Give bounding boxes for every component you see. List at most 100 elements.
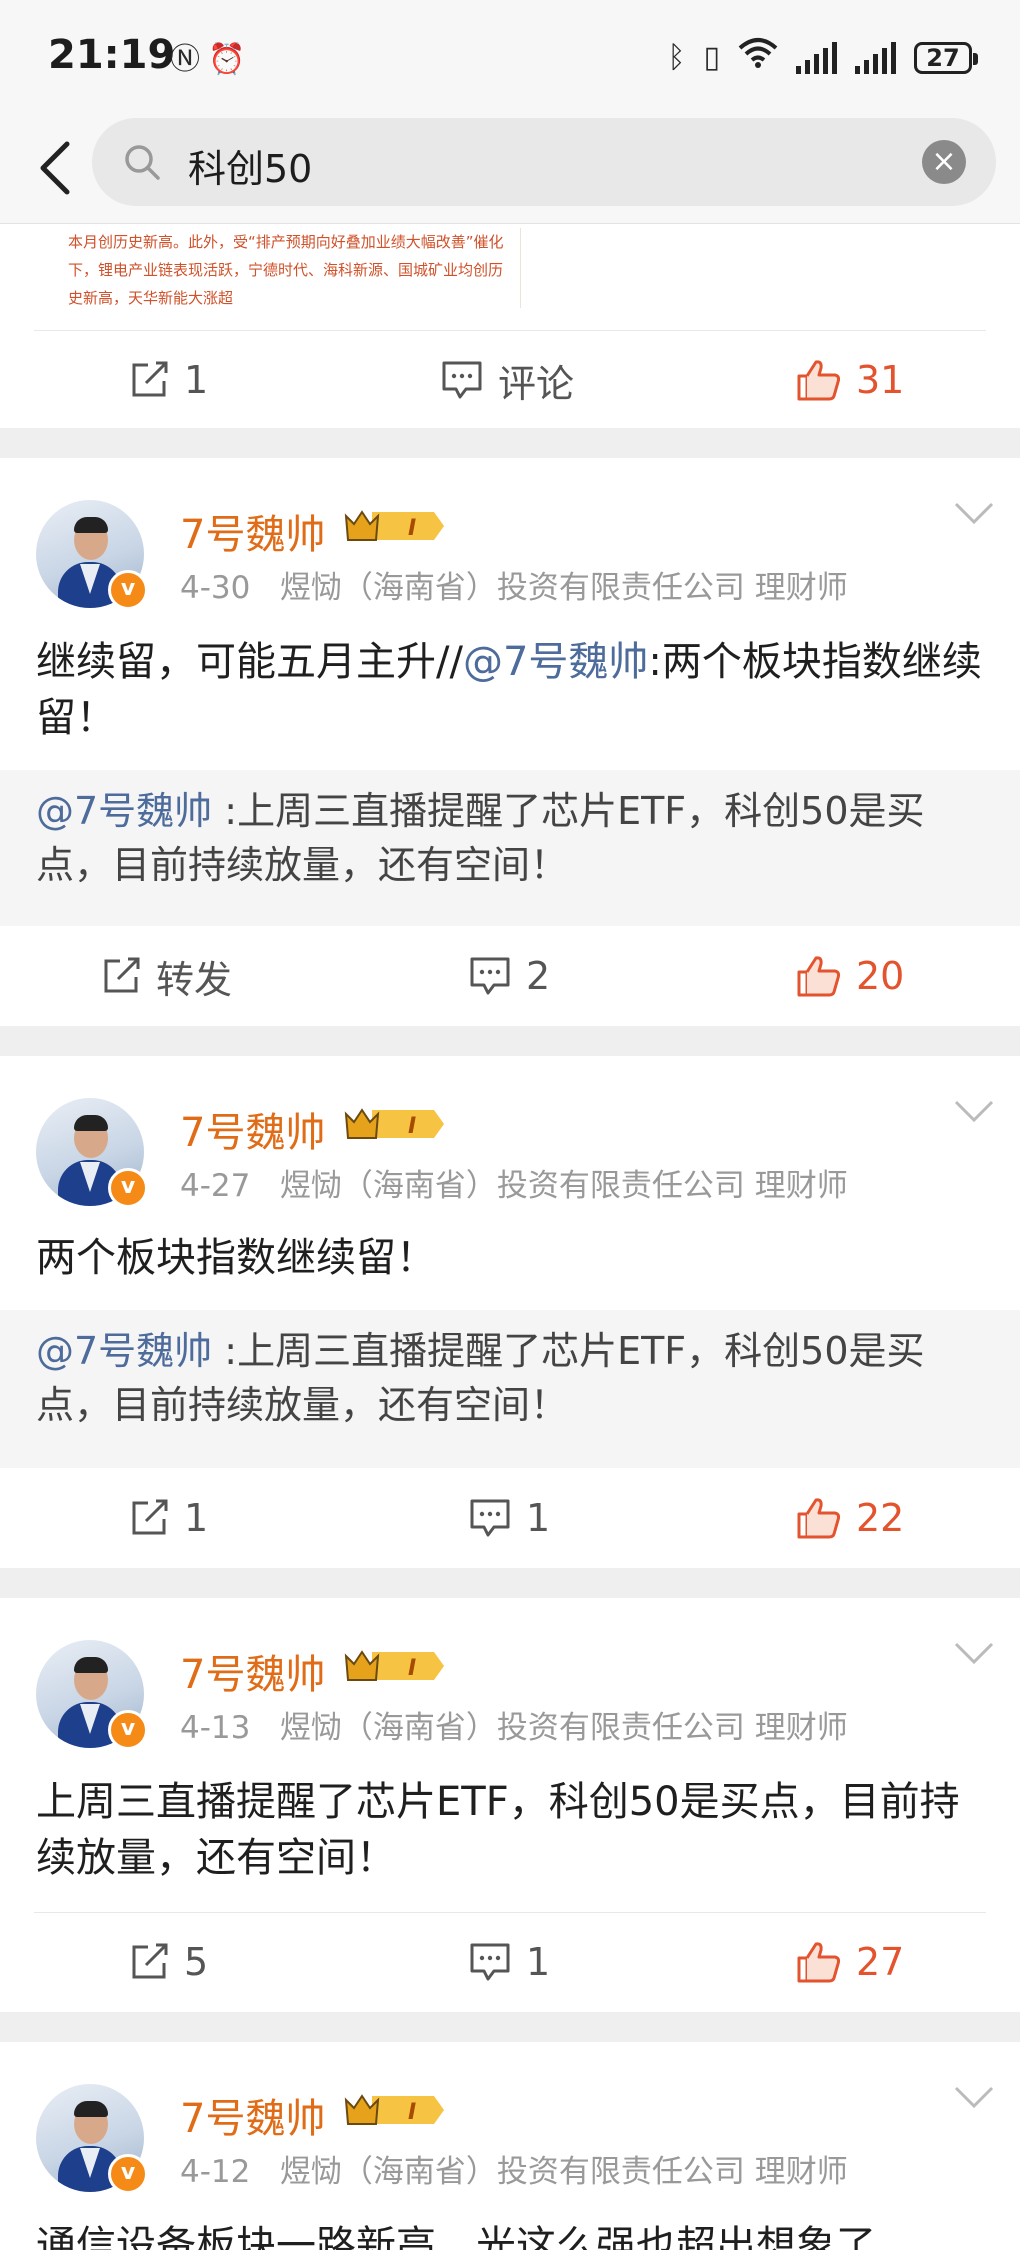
mention-link[interactable]: @7号魏帅 [463,639,648,685]
comment-count: 1 [526,1940,551,1984]
like-count: 27 [856,1940,905,1984]
comment-label: 评论 [498,361,575,406]
retweet-text: @7号魏帅 :上周三直播提醒了芯片ETF，科创50是买点，目前持续放量，还有空间… [36,789,925,887]
post-source: 煜恸（海南省）投资有限责任公司 理财师 [279,1710,848,1746]
back-button[interactable] [24,136,84,200]
like-count: 22 [856,1496,905,1540]
svg-text:I: I [408,1114,416,1139]
post-card-partial: 本月创历史新高。此外，受“排产预期向好叠加业绩大幅改善”催化下，锂电产业链表现活… [0,224,1020,428]
search-input[interactable]: 科创50 × [92,118,996,206]
status-bar: 21:19 Ⓝ ⏰ ᛒ ▯ 27 [0,0,1020,118]
chevron-down-icon[interactable] [952,1638,996,1668]
chevron-left-icon [40,141,70,195]
comment-icon [470,957,510,995]
post-image-snippet: 本月创历史新高。此外，受“排产预期向好叠加业绩大幅改善”催化下，锂电产业链表现活… [68,228,521,308]
search-icon [125,145,160,180]
post-text: 两个板块指数继续留！ [36,1235,436,1281]
retweet-block[interactable]: @7号魏帅 :上周三直播提醒了芯片ETF，科创50是买点，目前持续放量，还有空间… [0,770,1020,926]
username[interactable]: 7号魏帅 [180,2086,325,2144]
post-card: v 7号魏帅 I 4-12 煜恸（海南省）投资有限责任公司 理财师 通信设备板块… [0,2042,1020,2250]
wifi-icon [738,36,778,79]
signal-2-icon [855,41,896,74]
post-card: v 7号魏帅 I 4-13 煜恸（海南省）投资有限责任公司 理财师 上周三直播提… [0,1598,1020,2012]
mention-link[interactable]: @7号魏帅 [36,789,212,833]
comment-button[interactable]: 2 [468,926,550,1026]
post-meta: 4-12 煜恸（海南省）投资有限责任公司 理财师 [180,2146,848,2191]
like-count: 20 [856,954,905,998]
like-button[interactable]: 20 [796,926,904,1026]
post-card: v 7号魏帅 I 4-27 煜恸（海南省）投资有限责任公司 理财师 两个板块指数… [0,1056,1020,1568]
repost-button[interactable]: 1 [128,330,208,430]
like-button[interactable]: 22 [796,1468,904,1568]
repost-button[interactable]: 5 [128,1912,208,2012]
thumbs-up-icon [797,360,841,401]
post-actions: 转发 2 20 [0,926,1020,1026]
post-text: 上周三直播提醒了芯片ETF，科创50是买点，目前持续放量，还有空间！ [36,1779,960,1881]
status-right-icons: ᛒ ▯ 27 [667,36,978,79]
member-crown-icon: I [344,510,444,541]
verified-badge-icon: v [108,2154,148,2194]
post-actions: 1 评论 31 [0,330,1020,430]
like-button[interactable]: 27 [796,1912,904,2012]
comment-icon [470,1499,510,1537]
comment-count: 2 [526,954,551,998]
comment-icon [470,1943,510,1981]
username[interactable]: 7号魏帅 [180,1100,325,1158]
post-actions: 5 1 27 [0,1912,1020,2012]
verified-badge-icon: v [108,1710,148,1750]
thumbs-up-icon [797,956,841,997]
chevron-down-icon[interactable] [952,1096,996,1126]
username[interactable]: 7号魏帅 [180,502,325,560]
signal-1-icon [796,41,837,74]
repost-icon [132,361,168,397]
repost-count: 1 [184,358,209,402]
post-text: 通信设备板块一路新高，光这么强也超出想象了 [36,2223,876,2250]
username[interactable]: 7号魏帅 [180,1642,325,1700]
post-source: 煜恸（海南省）投资有限责任公司 理财师 [279,1168,848,1204]
member-crown-icon: I [344,1108,444,1139]
post-date: 4-13 [180,1710,251,1746]
repost-icon [132,1943,168,1979]
repost-count: 5 [184,1940,209,1984]
comment-count: 1 [526,1496,551,1540]
status-left-icons: Ⓝ ⏰ [170,40,245,80]
status-time: 21:19 [48,32,176,78]
retweet-block[interactable]: @7号魏帅 :上周三直播提醒了芯片ETF，科创50是买点，目前持续放量，还有空间… [0,1310,1020,1468]
svg-text:I: I [408,2100,416,2125]
member-crown-icon: I [344,2094,444,2125]
post-date: 4-30 [180,570,251,606]
repost-icon [104,957,140,993]
like-button[interactable]: 31 [796,330,904,430]
verified-badge-icon: v [108,570,148,610]
post-meta: 4-27 煜恸（海南省）投资有限责任公司 理财师 [180,1160,848,1205]
svg-text:I: I [408,516,416,541]
post-text: 继续留，可能五月主升//@7号魏帅:两个板块指数继续留！ [36,639,982,741]
nfc-icon: Ⓝ [170,42,200,77]
post-actions: 1 1 22 [0,1468,1020,1568]
comment-button[interactable]: 评论 [440,330,574,430]
comment-icon [442,361,482,399]
repost-button[interactable]: 1 [128,1468,208,1568]
repost-button[interactable]: 转发 [100,926,232,1026]
vibrate-icon: ▯ [703,39,720,75]
repost-icon [132,1499,168,1535]
battery-icon: 27 [914,41,978,74]
post-meta: 4-30 煜恸（海南省）投资有限责任公司 理财师 [180,562,848,607]
comment-button[interactable]: 1 [468,1468,550,1568]
bluetooth-icon: ᛒ [667,39,686,75]
search-header: 科创50 × [0,118,1020,224]
svg-text:I: I [408,1656,416,1681]
chevron-down-icon[interactable] [952,2082,996,2112]
retweet-text: @7号魏帅 :上周三直播提醒了芯片ETF，科创50是买点，目前持续放量，还有空间… [36,1329,925,1427]
post-date: 4-12 [180,2154,251,2190]
member-crown-icon: I [344,1650,444,1681]
mention-link[interactable]: @7号魏帅 [36,1329,212,1373]
alarm-icon: ⏰ [208,42,246,77]
chevron-down-icon[interactable] [952,498,996,528]
clear-icon[interactable]: × [922,140,966,184]
like-count: 31 [856,358,905,402]
post-card: v 7号魏帅 I 4-30 煜恸（海南省）投资有限责任公司 理财师 继续留，可能… [0,458,1020,1026]
comment-button[interactable]: 1 [468,1912,550,2012]
verified-badge-icon: v [108,1168,148,1208]
post-meta: 4-13 煜恸（海南省）投资有限责任公司 理财师 [180,1702,848,1747]
